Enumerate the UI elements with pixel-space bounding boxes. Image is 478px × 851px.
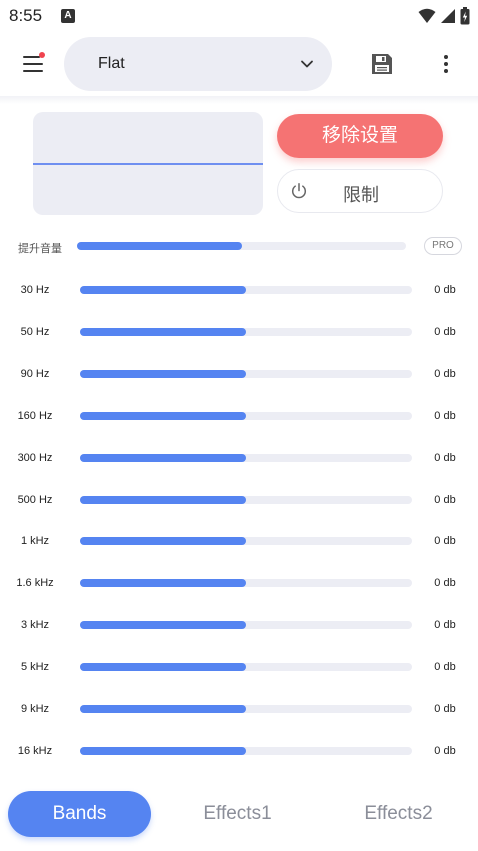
band-frequency-label: 5 kHz — [20, 661, 50, 673]
band-slider-fill — [80, 621, 246, 629]
band-gain-value: 0 db — [434, 535, 456, 547]
band-gain-value: 0 db — [434, 368, 456, 380]
save-icon[interactable] — [370, 52, 394, 76]
band-slider-fill — [80, 496, 246, 504]
notification-icon: A — [61, 9, 75, 23]
wifi-icon — [418, 8, 436, 23]
band-gain-value: 0 db — [434, 703, 456, 715]
band-slider-fill — [80, 370, 246, 378]
eq-band-row: 30 Hz 0 db — [0, 270, 478, 312]
eq-band-row: 3 kHz 0 db — [0, 605, 478, 647]
eq-curve-line — [33, 163, 263, 165]
band-slider[interactable] — [80, 286, 412, 294]
band-gain-value: 0 db — [434, 619, 456, 631]
band-slider[interactable] — [80, 412, 412, 420]
band-slider[interactable] — [80, 370, 412, 378]
more-dot — [444, 62, 448, 66]
band-gain-value: 0 db — [434, 577, 456, 589]
status-time: 8:55 — [9, 6, 43, 25]
eq-band-row: 90 Hz 0 db — [0, 354, 478, 396]
limit-label: 限制 — [343, 185, 379, 205]
band-frequency-label: 1.6 kHz — [16, 577, 54, 589]
band-slider-fill — [80, 537, 246, 545]
boost-volume-fill — [77, 242, 242, 250]
boost-volume-slider[interactable] — [77, 242, 406, 250]
band-slider[interactable] — [80, 705, 412, 713]
band-slider[interactable] — [80, 621, 412, 629]
band-frequency-label: 1 kHz — [20, 535, 50, 547]
eq-visualizer — [33, 112, 263, 215]
band-slider-fill — [80, 454, 246, 462]
band-frequency-label: 90 Hz — [20, 368, 50, 380]
band-frequency-label: 16 kHz — [17, 745, 53, 757]
preset-dropdown[interactable]: Flat — [64, 37, 332, 91]
band-gain-value: 0 db — [434, 494, 456, 506]
band-gain-value: 0 db — [434, 326, 456, 338]
band-slider[interactable] — [80, 537, 412, 545]
band-frequency-label: 50 Hz — [20, 326, 50, 338]
band-gain-value: 0 db — [434, 284, 456, 296]
band-slider[interactable] — [80, 328, 412, 336]
band-frequency-label: 3 kHz — [20, 619, 50, 631]
eq-band-row: 5 kHz 0 db — [0, 647, 478, 689]
battery-icon — [460, 7, 470, 25]
eq-band-row: 9 kHz 0 db — [0, 689, 478, 731]
band-slider-fill — [80, 328, 246, 336]
signal-icon — [441, 9, 455, 23]
band-frequency-label: 30 Hz — [20, 284, 50, 296]
eq-band-row: 16 kHz 0 db — [0, 731, 478, 773]
band-gain-value: 0 db — [434, 745, 456, 757]
band-slider[interactable] — [80, 579, 412, 587]
chevron-down-icon — [301, 60, 313, 68]
more-options-button[interactable] — [436, 52, 456, 76]
band-slider-fill — [80, 705, 246, 713]
app-header: Flat — [0, 32, 478, 96]
band-gain-value: 0 db — [434, 452, 456, 464]
remove-settings-button[interactable]: 移除设置 — [277, 114, 443, 158]
preset-label: Flat — [98, 55, 125, 72]
eq-band-row: 300 Hz 0 db — [0, 438, 478, 480]
band-slider-fill — [80, 286, 246, 294]
band-frequency-label: 160 Hz — [17, 410, 53, 422]
menu-icon-line — [23, 70, 43, 72]
band-gain-value: 0 db — [434, 410, 456, 422]
eq-band-row: 160 Hz 0 db — [0, 396, 478, 438]
band-slider[interactable] — [80, 454, 412, 462]
band-frequency-label: 9 kHz — [20, 703, 50, 715]
status-icons — [418, 6, 470, 26]
band-slider[interactable] — [80, 747, 412, 755]
band-slider-fill — [80, 579, 246, 587]
header-divider — [0, 96, 478, 104]
notification-dot — [39, 52, 45, 58]
tab-bands[interactable]: Bands — [8, 791, 151, 837]
eq-band-row: 1.6 kHz 0 db — [0, 563, 478, 605]
band-slider-fill — [80, 663, 246, 671]
band-slider-fill — [80, 412, 246, 420]
menu-button[interactable] — [20, 52, 46, 76]
status-bar: 8:55 A — [0, 0, 478, 32]
eq-band-row: 1 kHz 0 db — [0, 521, 478, 563]
eq-band-row: 500 Hz 0 db — [0, 480, 478, 522]
boost-volume-label: 提升音量 — [18, 243, 62, 255]
eq-band-row: 50 Hz 0 db — [0, 312, 478, 354]
bottom-tabs: Bands Effects1 Effects2 — [0, 788, 478, 842]
band-gain-value: 0 db — [434, 661, 456, 673]
more-dot — [444, 69, 448, 73]
more-vertical-icon — [444, 55, 448, 59]
pro-badge[interactable]: PRO — [424, 237, 462, 255]
tab-effects1[interactable]: Effects1 — [166, 791, 309, 837]
band-frequency-label: 500 Hz — [17, 494, 53, 506]
band-slider[interactable] — [80, 663, 412, 671]
band-frequency-label: 300 Hz — [17, 452, 53, 464]
menu-icon — [23, 56, 40, 58]
limit-toggle[interactable]: 限制 — [277, 169, 443, 213]
band-slider[interactable] — [80, 496, 412, 504]
boost-volume-row: 提升音量 PRO — [0, 234, 478, 260]
menu-icon-line — [23, 63, 43, 65]
tab-effects2[interactable]: Effects2 — [326, 791, 471, 837]
band-slider-fill — [80, 747, 246, 755]
